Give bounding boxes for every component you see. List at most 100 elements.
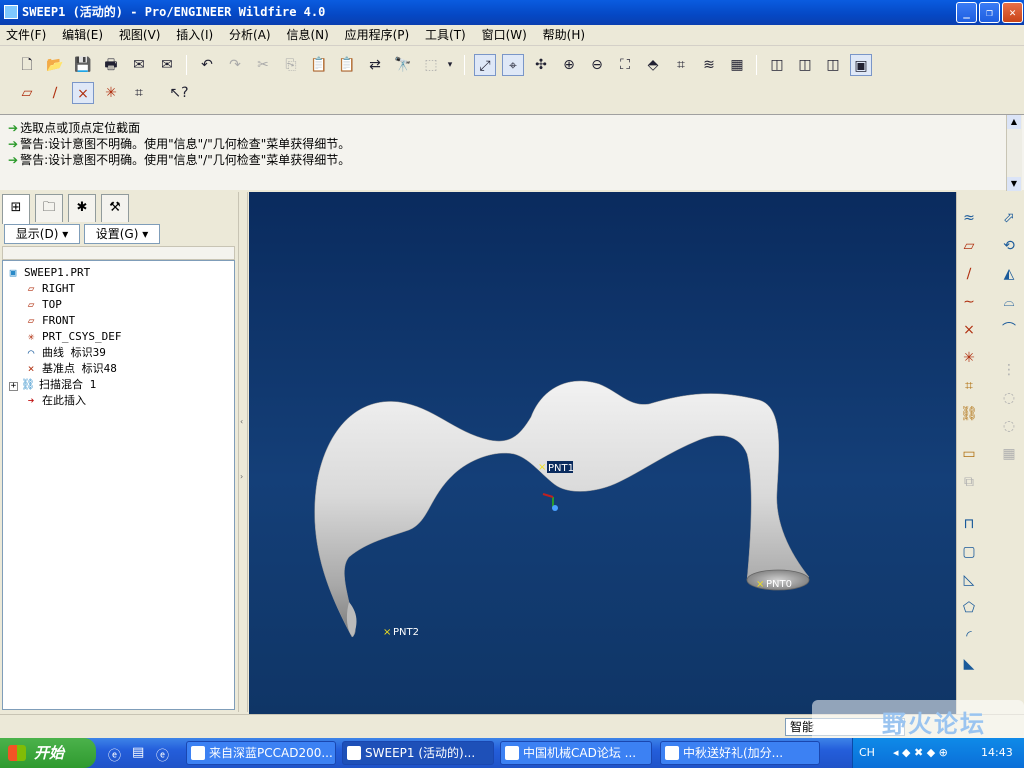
model-tree-tab-icon[interactable]: ⊞ — [2, 194, 30, 224]
zoom-in-icon[interactable]: ⊕ — [558, 54, 580, 76]
layers-icon[interactable]: ≋ — [698, 54, 720, 76]
taskbar-item[interactable]: 中秋送好礼(加分... — [660, 741, 820, 765]
refit-icon[interactable]: ✣ — [530, 54, 552, 76]
extrude-icon[interactable]: ⬀ — [997, 206, 1021, 230]
panel-splitter[interactable]: ‹ › — [238, 192, 248, 712]
trim-icon[interactable]: ◌ — [997, 414, 1021, 438]
paste-icon[interactable]: 📋 — [308, 54, 330, 76]
menu-view[interactable]: 视图(V) — [113, 25, 167, 46]
zoom-out-icon[interactable]: ⊖ — [586, 54, 608, 76]
collapse-left-icon[interactable]: ‹ — [240, 417, 243, 426]
reference-tool-icon[interactable]: ⛓ — [957, 402, 981, 426]
pnt1-label[interactable]: PNT1 — [548, 463, 574, 474]
tree-item-datum-point[interactable]: × 基准点 标识48 — [23, 361, 117, 377]
graphics-window[interactable]: × PNT1 × PNT0 × PNT2 — [249, 192, 956, 714]
swept-blend-surface[interactable] — [314, 380, 810, 638]
save-icon[interactable]: 💾 — [72, 54, 94, 76]
cut-icon[interactable]: ✂ — [252, 54, 274, 76]
no-hidden-icon[interactable]: ◫ — [822, 54, 844, 76]
start-button[interactable]: 开始 — [0, 738, 96, 768]
spin-center-icon[interactable]: ⤢ — [474, 54, 496, 76]
scroll-up-icon[interactable]: ▲ — [1007, 115, 1021, 129]
menu-info[interactable]: 信息(N) — [280, 25, 334, 46]
close-button[interactable]: ✕ — [1002, 2, 1023, 23]
draft-icon[interactable]: ⬠ — [957, 596, 981, 620]
analysis-tool-icon[interactable]: ⌗ — [957, 374, 981, 398]
mirror-icon[interactable]: ⋮ — [997, 358, 1021, 382]
pattern-icon[interactable]: ▦ — [997, 442, 1021, 466]
redo-icon[interactable]: ↷ — [224, 54, 246, 76]
datum-axes-icon[interactable]: ∕ — [44, 82, 66, 104]
rib-icon[interactable]: ◺ — [957, 568, 981, 592]
favorites-tab-icon[interactable]: ✱ — [68, 194, 96, 222]
tree-item-top[interactable]: ▱ TOP — [23, 297, 62, 313]
tree-item-curve[interactable]: ⌒ 曲线 标识39 — [23, 345, 106, 361]
regenerate-icon[interactable]: ⇄ — [364, 54, 386, 76]
expand-right-icon[interactable]: › — [240, 472, 243, 481]
menu-applications[interactable]: 应用程序(P) — [339, 25, 416, 46]
annotation-icon[interactable]: ⌗ — [128, 82, 150, 104]
whats-this-icon[interactable]: ↖? — [168, 82, 190, 104]
style-icon[interactable]: ⌒ — [997, 318, 1021, 342]
folder-browser-tab-icon[interactable]: 🗀 — [35, 194, 63, 222]
curve-tool-icon[interactable]: ∼ — [957, 290, 981, 314]
axis-tool-icon[interactable]: ∕ — [957, 262, 981, 286]
tree-item-swept-blend[interactable]: + ⛓ 扫描混合 1 — [9, 377, 96, 393]
variable-sweep-icon[interactable]: ◭ — [997, 262, 1021, 286]
menu-insert[interactable]: 插入(I) — [170, 25, 219, 46]
sketch-icon[interactable]: ≈ — [957, 206, 981, 230]
menu-analysis[interactable]: 分析(A) — [223, 25, 277, 46]
quick-launch-icon[interactable]: ▤ — [132, 745, 148, 761]
print-icon[interactable]: 🖶 — [100, 54, 122, 76]
scroll-down-icon[interactable]: ▼ — [1007, 177, 1021, 191]
copy-icon[interactable]: ⎘ — [280, 54, 302, 76]
email-link-icon[interactable]: ✉ — [156, 54, 178, 76]
expand-icon[interactable]: + — [9, 382, 18, 391]
revolve-icon[interactable]: ⟲ — [997, 234, 1021, 258]
wireframe-icon[interactable]: ◫ — [766, 54, 788, 76]
pnt2-label[interactable]: PNT2 — [393, 627, 419, 638]
taskbar-item[interactable]: SWEEP1 (活动的)... — [342, 741, 494, 765]
point-tool-icon[interactable]: × — [957, 318, 981, 342]
annotation-tool-icon[interactable]: ▭ — [957, 442, 981, 466]
plane-tool-icon[interactable]: ▱ — [957, 234, 981, 258]
fit-window-icon[interactable]: ⛶ — [614, 54, 636, 76]
chevron-down-icon[interactable]: ▾ — [444, 54, 456, 76]
pnt0-label[interactable]: PNT0 — [766, 579, 792, 590]
open-folder-icon[interactable]: 📂 — [44, 54, 66, 76]
find-icon[interactable]: 🔭 — [392, 54, 414, 76]
menu-window[interactable]: 窗口(W) — [476, 25, 533, 46]
csys-tool-icon[interactable]: ✳ — [957, 346, 981, 370]
menu-help[interactable]: 帮助(H) — [537, 25, 591, 46]
tree-item-root[interactable]: ▣ SWEEP1.PRT — [5, 265, 91, 281]
shell-icon[interactable]: ▢ — [957, 540, 981, 564]
tree-item-insert-here[interactable]: ➔ 在此插入 — [23, 393, 86, 409]
chamfer-icon[interactable]: ◣ — [957, 652, 981, 676]
shading-icon[interactable]: ▣ — [850, 54, 872, 76]
connections-tab-icon[interactable]: ⚒ — [101, 194, 129, 222]
coordinate-systems-icon[interactable]: ✳ — [100, 82, 122, 104]
datum-points-icon[interactable]: × — [72, 82, 94, 104]
maximize-button[interactable]: ❐ — [979, 2, 1000, 23]
taskbar-item[interactable]: 中国机械CAD论坛 ... — [500, 741, 652, 765]
saved-views-icon[interactable]: ⌗ — [670, 54, 692, 76]
merge-icon[interactable]: ◌ — [997, 386, 1021, 410]
paste-special-icon[interactable]: 📋 — [336, 54, 358, 76]
language-indicator[interactable]: CH — [859, 738, 875, 768]
group-icon[interactable]: ⧉ — [957, 470, 981, 494]
selection-box-icon[interactable]: ⬚ — [420, 54, 442, 76]
quick-launch-icon[interactable]: ⓔ — [156, 745, 172, 764]
tree-item-right[interactable]: ▱ RIGHT — [23, 281, 75, 297]
menu-tools[interactable]: 工具(T) — [419, 25, 472, 46]
ie-icon[interactable]: ⓔ — [108, 745, 124, 764]
reorient-icon[interactable]: ⬘ — [642, 54, 664, 76]
tray-icons[interactable]: ◂ ◆ ✖ ◆ ⊕ — [893, 738, 948, 768]
boundary-blend-icon[interactable]: ⌓ — [997, 290, 1021, 314]
settings-dropdown[interactable]: 设置(G) ▾ — [84, 224, 160, 244]
tree-item-front[interactable]: ▱ FRONT — [23, 313, 75, 329]
taskbar-item[interactable]: 来自深蓝PCCAD200... — [186, 741, 336, 765]
tree-item-csys[interactable]: ✳ PRT_CSYS_DEF — [23, 329, 122, 345]
selection-filter[interactable]: 智能 — [785, 718, 905, 736]
orient-mode-icon[interactable]: ⌖ — [502, 54, 524, 76]
menu-file[interactable]: 文件(F) — [0, 25, 52, 46]
